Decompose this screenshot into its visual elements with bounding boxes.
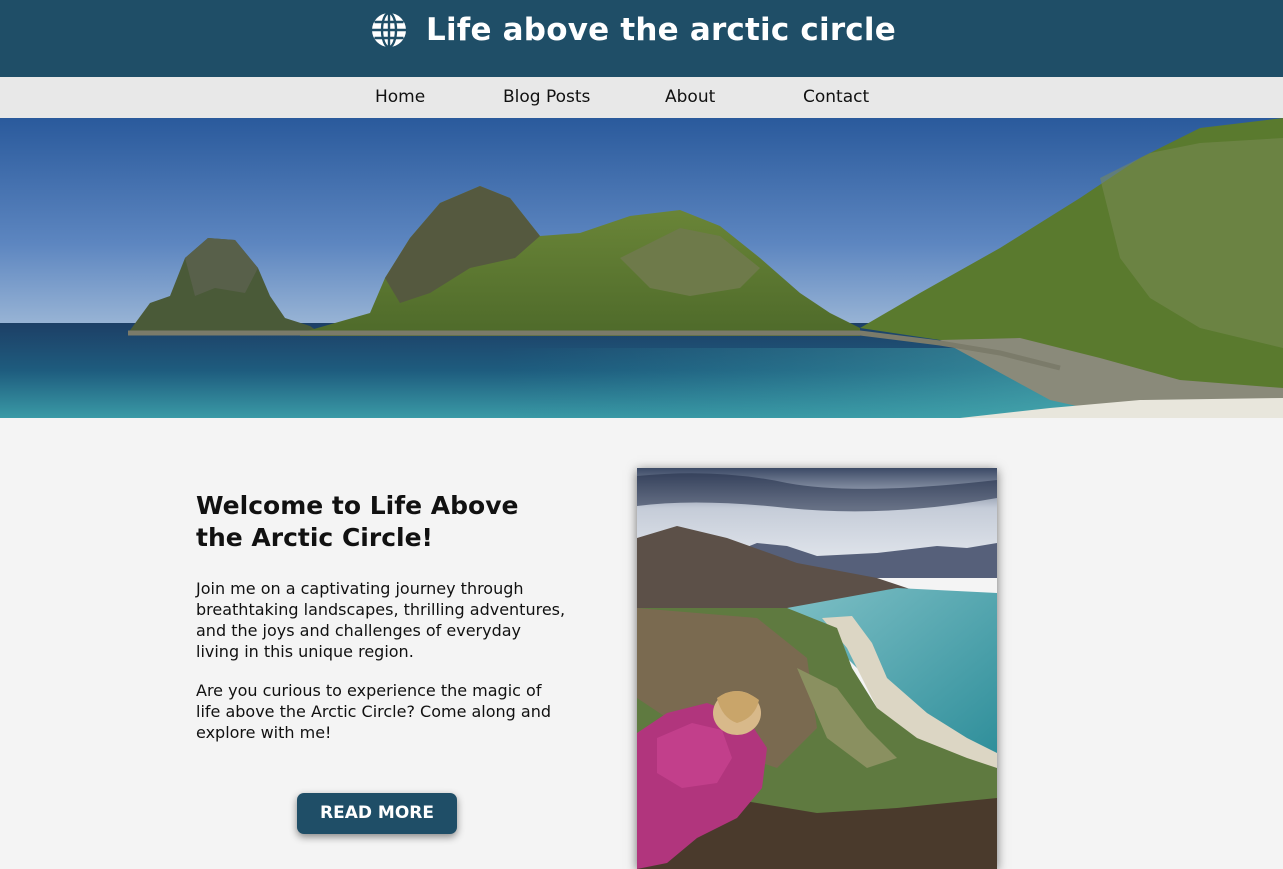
main-nav: Home Blog Posts About Contact bbox=[0, 77, 1283, 118]
brand[interactable]: Life above the arctic circle bbox=[370, 10, 896, 50]
intro-heading: Welcome to Life Above the Arctic Circle! bbox=[196, 491, 519, 552]
site-title: Life above the arctic circle bbox=[426, 12, 896, 48]
nav-item-about[interactable]: About bbox=[665, 77, 715, 118]
intro-paragraph: Are you curious to experience the magic … bbox=[196, 681, 552, 742]
globe-icon bbox=[372, 11, 406, 49]
nav-item-contact[interactable]: Contact bbox=[803, 77, 869, 118]
main-content: Welcome to Life Above the Arctic Circle!… bbox=[0, 418, 1283, 869]
intro-section: Welcome to Life Above the Arctic Circle!… bbox=[196, 490, 566, 743]
hero-landscape-image bbox=[0, 118, 1283, 418]
nav-item-home[interactable]: Home bbox=[375, 77, 425, 118]
intro-paragraph: Join me on a captivating journey through… bbox=[196, 579, 566, 661]
feature-photo bbox=[637, 468, 997, 869]
read-more-button[interactable]: READ MORE bbox=[297, 793, 457, 834]
feature-photo-image bbox=[637, 468, 997, 869]
nav-item-blog-posts[interactable]: Blog Posts bbox=[503, 77, 590, 118]
site-header: Life above the arctic circle bbox=[0, 0, 1283, 77]
hero-banner bbox=[0, 118, 1283, 418]
